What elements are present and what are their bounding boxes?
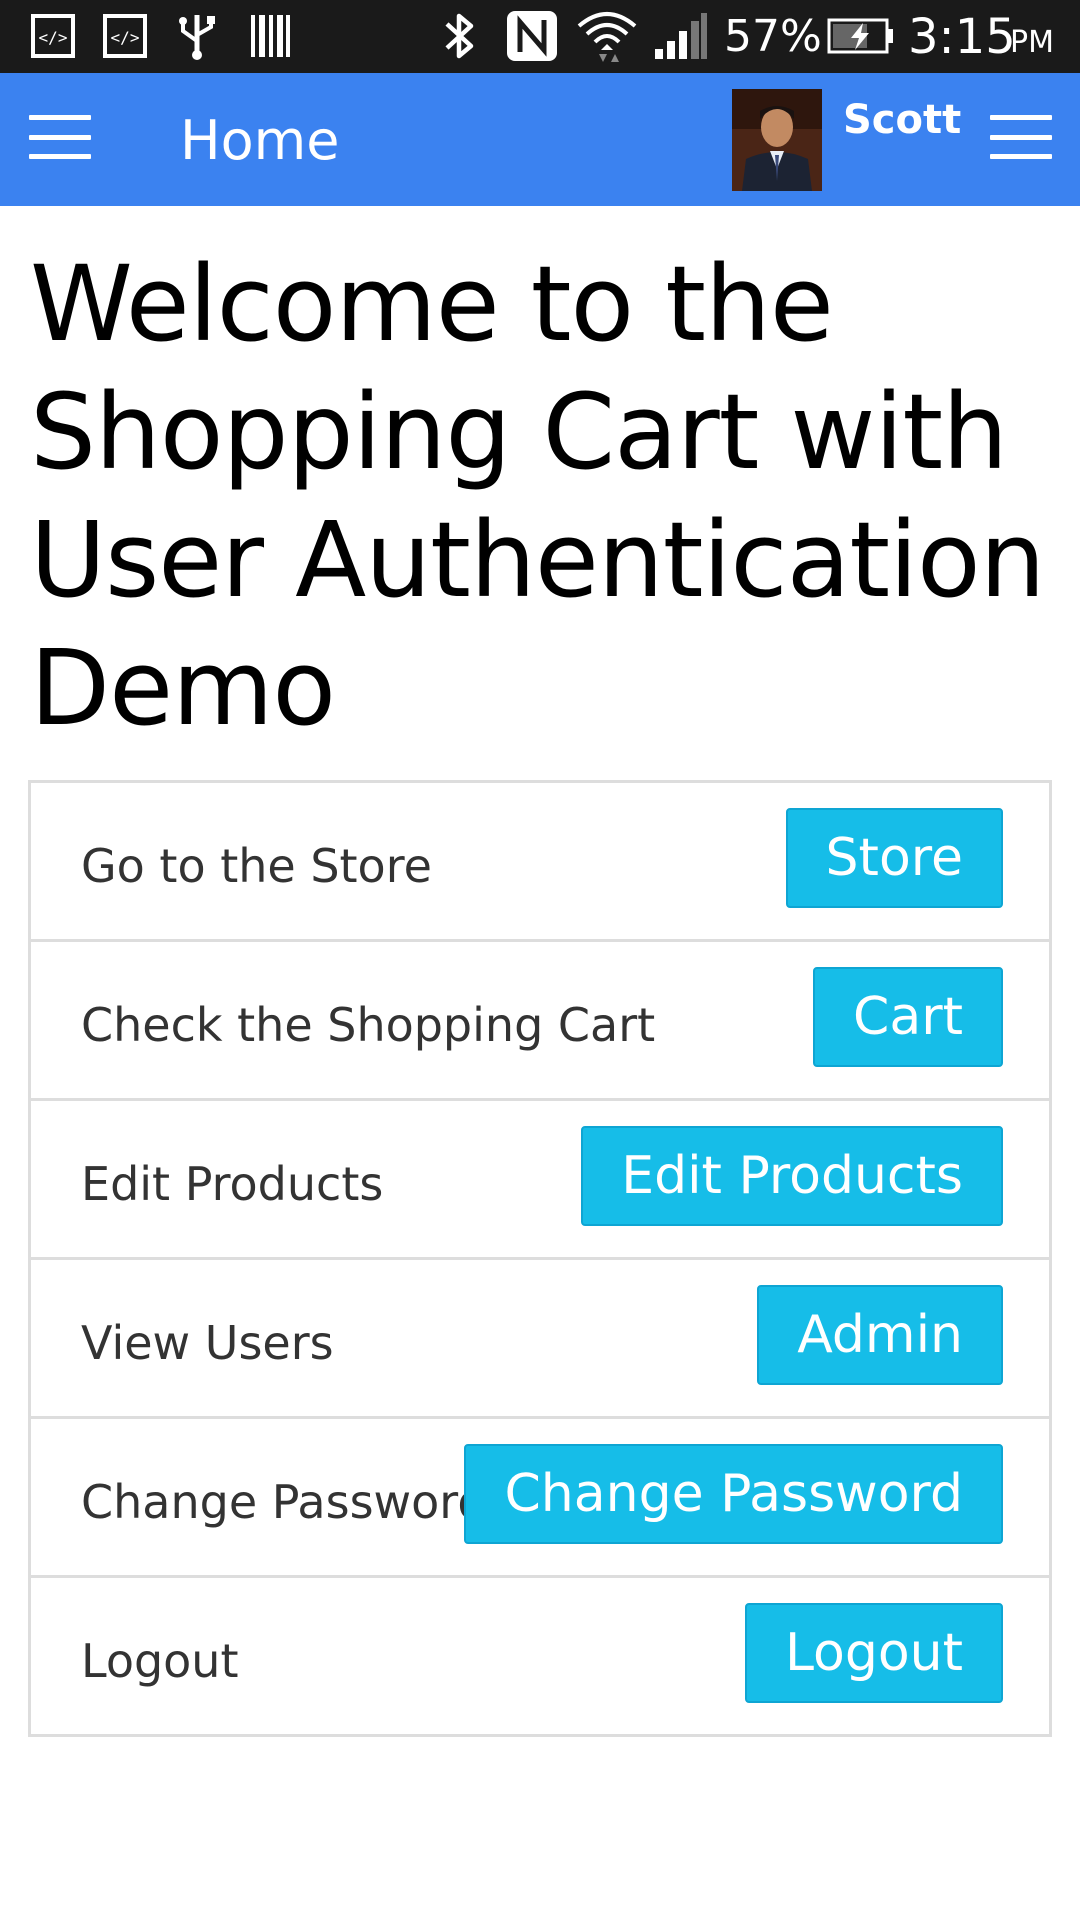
row-label: Go to the Store <box>81 839 432 893</box>
signal-icon <box>652 8 710 64</box>
clock-time: 3:15 <box>908 8 1016 65</box>
menu-list: Go to the Store Store Check the Shopping… <box>28 780 1052 1737</box>
list-item: Logout Logout <box>31 1578 1049 1734</box>
cart-button[interactable]: Cart <box>813 967 1003 1067</box>
list-item: Edit Products Edit Products <box>31 1101 1049 1260</box>
wifi-icon <box>574 8 640 64</box>
status-bar: </> </> 57% 3:15 PM <box>0 0 1080 73</box>
admin-button[interactable]: Admin <box>757 1285 1003 1385</box>
list-item: Change Password Change Password <box>31 1419 1049 1578</box>
logout-button[interactable]: Logout <box>744 1603 1003 1703</box>
nav-menu-icon[interactable] <box>29 115 91 159</box>
battery-percent: 57% <box>724 11 822 62</box>
avatar[interactable] <box>732 89 822 191</box>
row-label: Check the Shopping Cart <box>81 998 656 1052</box>
store-button[interactable]: Store <box>785 808 1003 908</box>
page-title-home: Home <box>180 109 340 172</box>
list-item: View Users Admin <box>31 1260 1049 1419</box>
app-bar: Home Scott <box>0 73 1080 206</box>
welcome-heading: Welcome to the Shopping Cart with User A… <box>30 243 1046 749</box>
barcode-icon <box>246 8 294 64</box>
code-icon: </> <box>28 8 78 64</box>
list-item: Go to the Store Store <box>31 783 1049 942</box>
row-label: Logout <box>81 1634 239 1688</box>
svg-text:</>: </> <box>39 28 68 47</box>
row-label: Change Password <box>81 1475 487 1529</box>
code-icon: </> <box>100 8 150 64</box>
user-menu-icon[interactable] <box>990 115 1052 159</box>
svg-text:</>: </> <box>111 28 140 47</box>
row-label: View Users <box>81 1316 334 1370</box>
user-name[interactable]: Scott <box>843 97 961 143</box>
row-label: Edit Products <box>81 1157 384 1211</box>
battery-charging-icon <box>826 8 896 64</box>
bluetooth-icon <box>440 8 480 64</box>
list-item: Check the Shopping Cart Cart <box>31 942 1049 1101</box>
change-password-button[interactable]: Change Password <box>464 1444 1003 1544</box>
clock-ampm: PM <box>1010 25 1054 60</box>
edit-products-button[interactable]: Edit Products <box>581 1126 1003 1226</box>
usb-icon <box>172 8 222 64</box>
nfc-icon <box>502 8 562 64</box>
